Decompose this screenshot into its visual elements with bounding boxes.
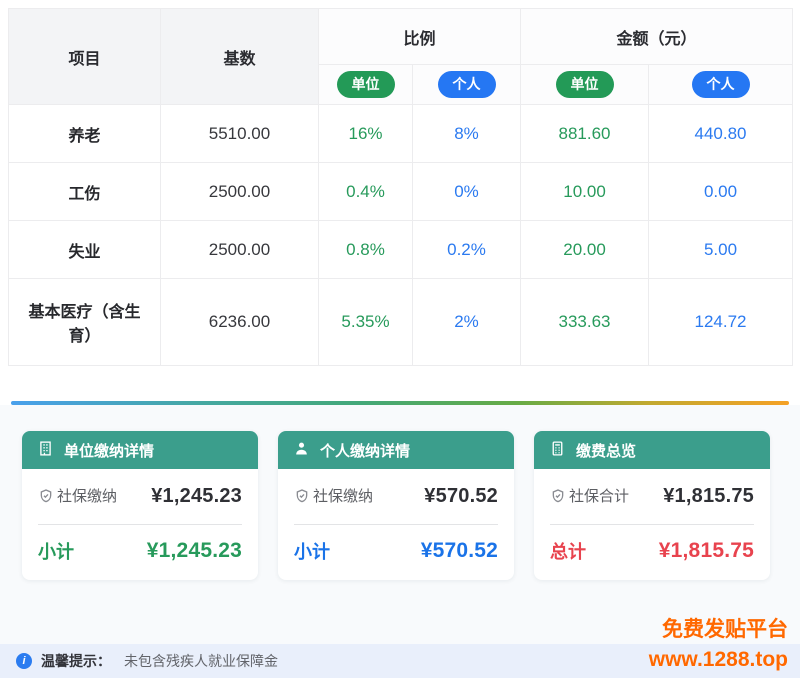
total-label: 小计	[38, 538, 74, 564]
person-badge: 个人	[692, 71, 750, 98]
insurance-table-wrapper: 项目 基数 比例 金额（元） 单位 个人 单位 个人 养老 5510.00 16…	[0, 0, 800, 405]
row-item-label: 基本医疗（含生育）	[9, 279, 161, 366]
card-total-row: 小计 ¥1,245.23	[22, 525, 258, 580]
building-icon	[37, 440, 54, 461]
row-amount-person: 440.80	[649, 105, 793, 163]
subheader-amount-unit: 单位	[521, 65, 649, 105]
row-amount-person: 0.00	[649, 163, 793, 221]
col-header-ratio: 比例	[319, 9, 521, 65]
col-header-base: 基数	[161, 9, 319, 105]
table-row: 养老 5510.00 16% 8% 881.60 440.80	[9, 105, 793, 163]
total-value: ¥1,245.23	[147, 539, 242, 563]
table-row: 工伤 2500.00 0.4% 0% 10.00 0.00	[9, 163, 793, 221]
row-ratio-person: 2%	[413, 279, 521, 366]
row-ratio-unit: 0.4%	[319, 163, 413, 221]
row-ratio-person: 0.2%	[413, 221, 521, 279]
total-value: ¥570.52	[421, 539, 498, 563]
row-base-value: 2500.00	[161, 221, 319, 279]
social-insurance-summary-page: 项目 基数 比例 金额（元） 单位 个人 单位 个人 养老 5510.00 16…	[0, 0, 800, 678]
employer-payment-card: 单位缴纳详情 社保缴纳 ¥1,245.23 小计 ¥1,245.23	[22, 431, 258, 580]
row-base-value: 5510.00	[161, 105, 319, 163]
watermark: 免费发贴平台 www.1288.top	[649, 615, 788, 675]
card-title: 单位缴纳详情	[64, 440, 154, 461]
col-header-amount: 金额（元）	[521, 9, 793, 65]
detail-value: ¥570.52	[424, 485, 498, 508]
watermark-url[interactable]: www.1288.top	[649, 645, 788, 675]
subheader-ratio-unit: 单位	[319, 65, 413, 105]
person-icon	[293, 440, 310, 461]
card-title: 个人缴纳详情	[320, 440, 410, 461]
total-label: 总计	[550, 538, 586, 564]
card-total-row: 总计 ¥1,815.75	[534, 525, 770, 580]
watermark-slogan: 免费发贴平台	[649, 615, 788, 645]
unit-badge: 单位	[556, 71, 614, 98]
row-ratio-person: 0%	[413, 163, 521, 221]
row-amount-person: 124.72	[649, 279, 793, 366]
row-amount-unit: 881.60	[521, 105, 649, 163]
detail-label: 社保缴纳	[294, 485, 388, 508]
row-amount-unit: 10.00	[521, 163, 649, 221]
insurance-table: 项目 基数 比例 金额（元） 单位 个人 单位 个人 养老 5510.00 16…	[8, 8, 793, 366]
row-base-value: 2500.00	[161, 163, 319, 221]
total-value: ¥1,815.75	[659, 539, 754, 563]
row-amount-unit: 333.63	[521, 279, 649, 366]
payment-overview-card: 缴费总览 社保合计 ¥1,815.75 总计 ¥1,815.75	[534, 431, 770, 580]
row-ratio-person: 8%	[413, 105, 521, 163]
card-detail-row: 社保缴纳 ¥570.52	[278, 469, 514, 514]
card-total-row: 小计 ¥570.52	[278, 525, 514, 580]
info-icon: i	[16, 653, 32, 669]
row-base-value: 6236.00	[161, 279, 319, 366]
tip-text: 未包含残疾人就业保障金	[124, 651, 278, 671]
card-detail-row: 社保缴纳 ¥1,245.23	[22, 469, 258, 514]
detail-value: ¥1,245.23	[151, 485, 242, 508]
row-ratio-unit: 5.35%	[319, 279, 413, 366]
shield-check-icon	[38, 488, 54, 504]
shield-check-icon	[294, 488, 310, 504]
row-item-label: 失业	[9, 221, 161, 279]
card-header: 缴费总览	[534, 431, 770, 469]
summary-section: 单位缴纳详情 社保缴纳 ¥1,245.23 小计 ¥1,245.23 个人缴纳详…	[0, 405, 800, 644]
calculator-icon	[549, 440, 566, 461]
row-ratio-unit: 16%	[319, 105, 413, 163]
row-item-label: 养老	[9, 105, 161, 163]
row-amount-person: 5.00	[649, 221, 793, 279]
table-row: 失业 2500.00 0.8% 0.2% 20.00 5.00	[9, 221, 793, 279]
detail-label: 社保合计	[550, 485, 644, 508]
col-header-item: 项目	[9, 9, 161, 105]
shield-check-icon	[550, 488, 566, 504]
card-title: 缴费总览	[576, 440, 636, 461]
tip-label: 温馨提示：	[41, 651, 111, 671]
card-header: 个人缴纳详情	[278, 431, 514, 469]
row-amount-unit: 20.00	[521, 221, 649, 279]
person-badge: 个人	[438, 71, 496, 98]
personal-payment-card: 个人缴纳详情 社保缴纳 ¥570.52 小计 ¥570.52	[278, 431, 514, 580]
subheader-ratio-person: 个人	[413, 65, 521, 105]
card-header: 单位缴纳详情	[22, 431, 258, 469]
row-item-label: 工伤	[9, 163, 161, 221]
unit-badge: 单位	[337, 71, 395, 98]
detail-value: ¥1,815.75	[663, 485, 754, 508]
table-row: 基本医疗（含生育） 6236.00 5.35% 2% 333.63 124.72	[9, 279, 793, 366]
row-ratio-unit: 0.8%	[319, 221, 413, 279]
total-label: 小计	[294, 538, 330, 564]
card-detail-row: 社保合计 ¥1,815.75	[534, 469, 770, 514]
detail-label: 社保缴纳	[38, 485, 132, 508]
subheader-amount-person: 个人	[649, 65, 793, 105]
